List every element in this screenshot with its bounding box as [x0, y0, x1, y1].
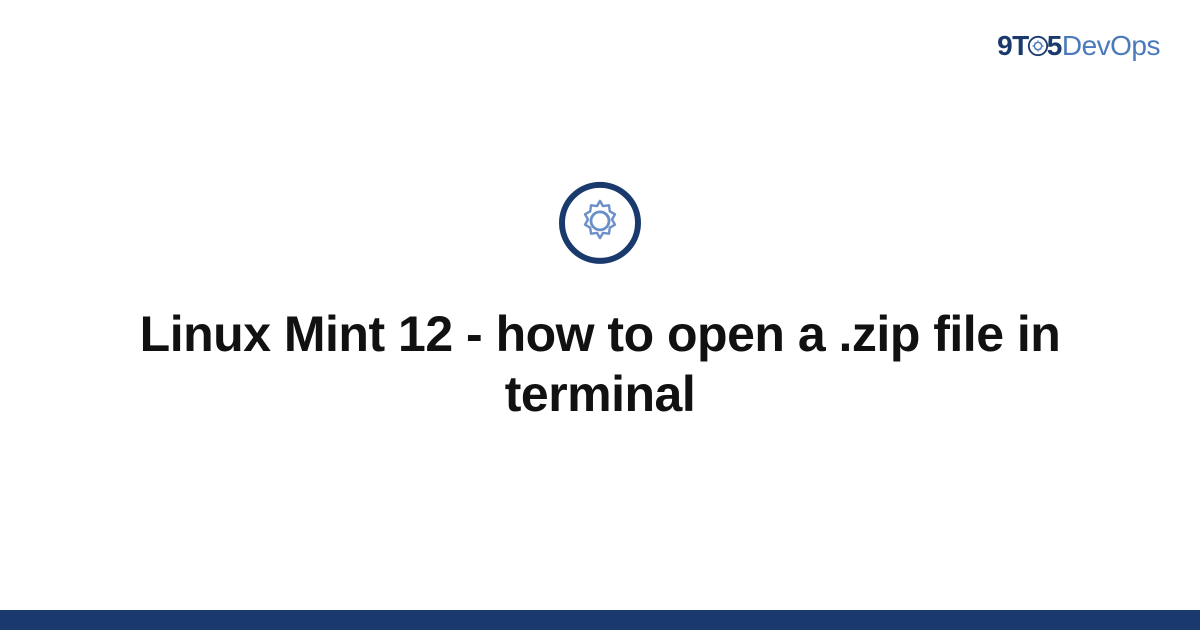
brand-logo-5: 5 [1047, 30, 1062, 61]
footer-bar [0, 610, 1200, 630]
brand-logo-9: 9 [997, 30, 1012, 61]
gear-icon [576, 196, 624, 249]
gear-badge [559, 182, 641, 264]
gear-icon [1027, 32, 1049, 64]
page-title: Linux Mint 12 - how to open a .zip file … [80, 304, 1120, 424]
brand-logo-devops: DevOps [1062, 30, 1160, 61]
brand-logo: 9T5DevOps [997, 30, 1160, 64]
main-content: Linux Mint 12 - how to open a .zip file … [0, 182, 1200, 424]
